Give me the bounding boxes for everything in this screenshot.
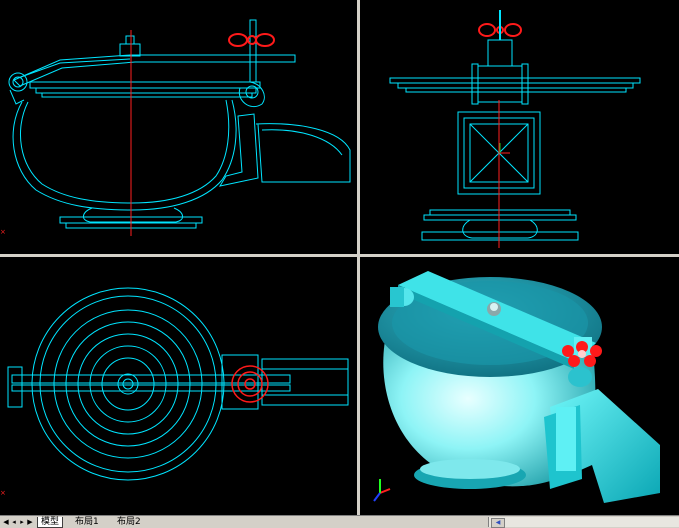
ucs-icon: × [0, 489, 6, 497]
ucs-3d-icon [373, 479, 391, 502]
tab-layout2[interactable]: 布局2 [114, 517, 144, 528]
shaded-3d-drawing [373, 271, 660, 503]
layout-tab-bar: ◀ ◂ ▸ ▶ 模型 布局1 布局2 ◀ [0, 515, 679, 528]
viewport-front[interactable]: × [0, 0, 357, 254]
first-tab-icon[interactable]: ◀ [2, 517, 10, 527]
svg-text:×: × [0, 228, 6, 236]
viewport-side[interactable] [360, 0, 679, 254]
ucs-icon: × [0, 228, 6, 236]
horizontal-scrollbar[interactable]: ◀ [488, 517, 679, 528]
last-tab-icon[interactable]: ▶ [26, 517, 34, 527]
viewport-3d[interactable] [360, 257, 679, 515]
prev-tab-icon[interactable]: ◂ [10, 517, 18, 527]
svg-text:×: × [0, 489, 6, 497]
valve-handwheel [231, 365, 269, 403]
next-tab-icon[interactable]: ▸ [18, 517, 26, 527]
tab-model[interactable]: 模型 [37, 517, 64, 528]
top-view-drawing: × [0, 287, 349, 497]
front-view-drawing: × [0, 19, 351, 236]
ucs-icon [499, 143, 510, 154]
valve-handwheel [228, 33, 275, 47]
side-view-drawing [389, 10, 641, 248]
viewport-top[interactable]: × [0, 257, 357, 515]
tab-layout1[interactable]: 布局1 [72, 517, 102, 528]
